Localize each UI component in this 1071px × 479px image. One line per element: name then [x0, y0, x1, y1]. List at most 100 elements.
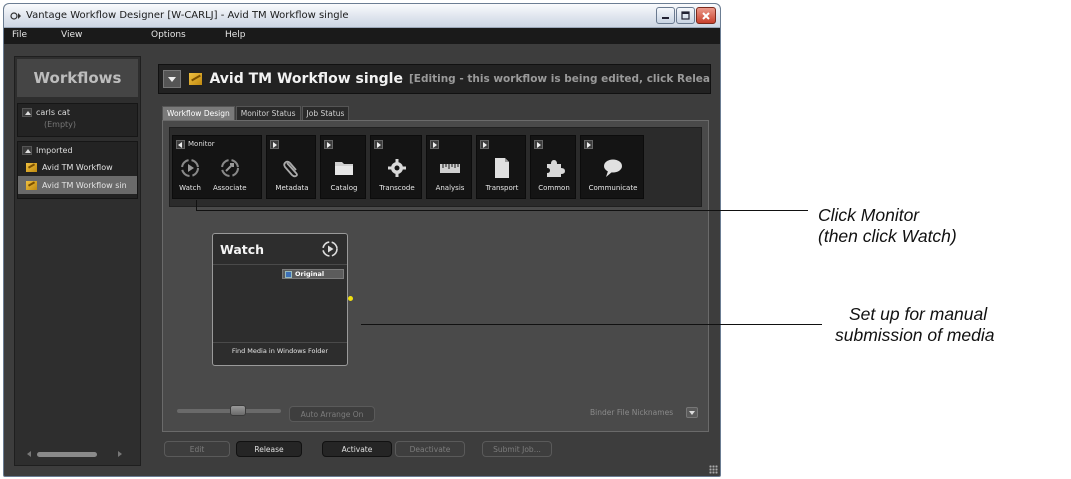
communicate-tool[interactable]: Communicate	[583, 155, 643, 199]
expand-right-icon[interactable]	[534, 139, 543, 149]
activate-button[interactable]: Activate	[322, 441, 392, 457]
badge-label: Original	[295, 270, 325, 278]
catalog-tool[interactable]: Catalog	[323, 155, 365, 199]
submit-job-button[interactable]: Submit Job...	[482, 441, 552, 457]
expand-right-icon[interactable]	[430, 139, 439, 149]
workflow-item[interactable]: Avid TM Workflow	[18, 158, 137, 176]
communicate-group: Communicate	[580, 135, 644, 199]
category-imported: Imported Avid TM Workflow Avid TM Workfl…	[17, 141, 138, 199]
workflow-title: Avid TM Workflow single	[209, 71, 403, 87]
output-port[interactable]	[348, 296, 353, 301]
collapse-left-icon[interactable]	[176, 139, 185, 149]
collapse-icon[interactable]	[22, 107, 32, 117]
tool-label: Communicate	[588, 184, 638, 192]
tab-workflow-design[interactable]: Workflow Design	[162, 106, 235, 120]
empty-label: (Empty)	[44, 120, 77, 129]
tab-job-status[interactable]: Job Status	[301, 106, 350, 120]
callout-monitor-line1: Click Monitor	[818, 205, 920, 225]
close-icon	[702, 11, 710, 20]
puzzle-icon	[541, 155, 567, 181]
close-button[interactable]	[696, 7, 716, 24]
auto-arrange-button[interactable]: Auto Arrange On	[289, 406, 375, 422]
watch-icon	[177, 155, 203, 181]
callout-tick-monitor	[196, 200, 197, 210]
title-bar[interactable]: Vantage Workflow Designer [W-CARLJ] - Av…	[4, 4, 720, 28]
transcode-tool[interactable]: Transcode	[373, 155, 421, 199]
minimize-icon	[662, 17, 669, 19]
menu-help[interactable]: Help	[225, 30, 246, 40]
transport-group: Transport	[476, 135, 526, 199]
maximize-icon	[681, 11, 690, 20]
scroll-left-icon[interactable]	[27, 451, 31, 457]
expand-right-icon[interactable]	[270, 139, 279, 149]
callout-manual-line2: submission of media	[835, 325, 995, 345]
nicknames-dropdown-button[interactable]	[686, 407, 698, 418]
sidebar-scrollbar[interactable]	[27, 451, 122, 457]
action-toolbar: Monitor Watch Associate Metadata Catalog…	[169, 127, 702, 207]
category-header[interactable]: carls cat	[18, 104, 137, 120]
transport-tool[interactable]: Transport	[479, 155, 525, 199]
tool-label: Catalog	[330, 184, 358, 192]
expand-right-icon[interactable]	[480, 139, 489, 149]
watch-tool[interactable]: Watch	[177, 155, 203, 199]
menu-options[interactable]: Options	[151, 30, 186, 40]
monitor-label: Monitor	[188, 140, 215, 148]
collapse-icon[interactable]	[22, 145, 32, 155]
zoom-slider-track[interactable]	[177, 409, 281, 413]
workflow-dropdown-button[interactable]	[163, 70, 181, 88]
speech-bubble-icon	[600, 155, 626, 181]
tool-label: Watch	[179, 184, 201, 192]
maximize-button[interactable]	[676, 7, 695, 24]
node-divider	[213, 264, 347, 265]
window-title: Vantage Workflow Designer [W-CARLJ] - Av…	[26, 10, 349, 21]
edit-button[interactable]: Edit	[164, 441, 230, 457]
expand-right-icon[interactable]	[374, 139, 383, 149]
original-badge[interactable]: Original	[282, 269, 344, 279]
menu-view[interactable]: View	[61, 30, 82, 40]
resize-grip-icon[interactable]	[709, 465, 718, 474]
expand-right-icon[interactable]	[324, 139, 333, 149]
binder-icon	[285, 270, 292, 278]
callout-manual: Set up for manual submission of media	[835, 304, 995, 346]
zoom-slider-knob[interactable]	[230, 405, 246, 416]
workflow-icon	[188, 73, 203, 85]
menu-file[interactable]: File	[12, 30, 27, 40]
monitor-group: Monitor Watch Associate	[172, 135, 262, 199]
watch-icon	[321, 240, 339, 258]
tool-label: Analysis	[435, 184, 465, 192]
node-description: Find Media in Windows Folder	[231, 347, 329, 355]
tool-label: Transcode	[379, 184, 415, 192]
metadata-tool[interactable]: Metadata	[269, 155, 315, 199]
minimize-button[interactable]	[656, 7, 675, 24]
catalog-group: Catalog	[320, 135, 366, 199]
folder-icon	[331, 155, 357, 181]
deactivate-button[interactable]: Deactivate	[395, 441, 465, 457]
workflow-icon	[26, 162, 37, 172]
menu-bar: File View Options Help	[4, 28, 720, 44]
workflow-name: Avid TM Workflow sin	[42, 180, 127, 190]
workflow-item-selected[interactable]: Avid TM Workflow sin	[18, 176, 137, 194]
associate-icon	[217, 155, 243, 181]
expand-right-icon[interactable]	[584, 139, 593, 149]
workflow-status: [Editing - this workflow is being edited…	[408, 73, 710, 85]
document-icon	[489, 155, 515, 181]
callout-monitor: Click Monitor (then click Watch)	[818, 205, 957, 247]
scroll-thumb[interactable]	[37, 452, 97, 457]
node-divider	[213, 342, 347, 343]
category-header[interactable]: Imported	[18, 142, 137, 158]
analysis-group: Analysis	[426, 135, 472, 199]
common-tool[interactable]: Common	[533, 155, 575, 199]
tool-label: Associate	[213, 184, 247, 192]
binder-nicknames-label: Binder File Nicknames	[590, 408, 674, 417]
watch-action-node[interactable]: Watch Original Find Media in Windows Fol…	[212, 233, 348, 366]
callout-line-manual	[361, 324, 822, 325]
analysis-tool[interactable]: Analysis	[429, 155, 471, 199]
associate-tool[interactable]: Associate	[213, 155, 247, 199]
workflows-sidebar: Workflows carls cat (Empty) Imported Avi…	[14, 56, 141, 466]
category-carls-cat: carls cat (Empty)	[17, 103, 138, 137]
tab-monitor-status[interactable]: Monitor Status	[235, 106, 301, 120]
gear-icon	[384, 155, 410, 181]
monitor-group-header[interactable]: Monitor	[176, 139, 215, 149]
release-button[interactable]: Release	[236, 441, 302, 457]
scroll-right-icon[interactable]	[118, 451, 122, 457]
